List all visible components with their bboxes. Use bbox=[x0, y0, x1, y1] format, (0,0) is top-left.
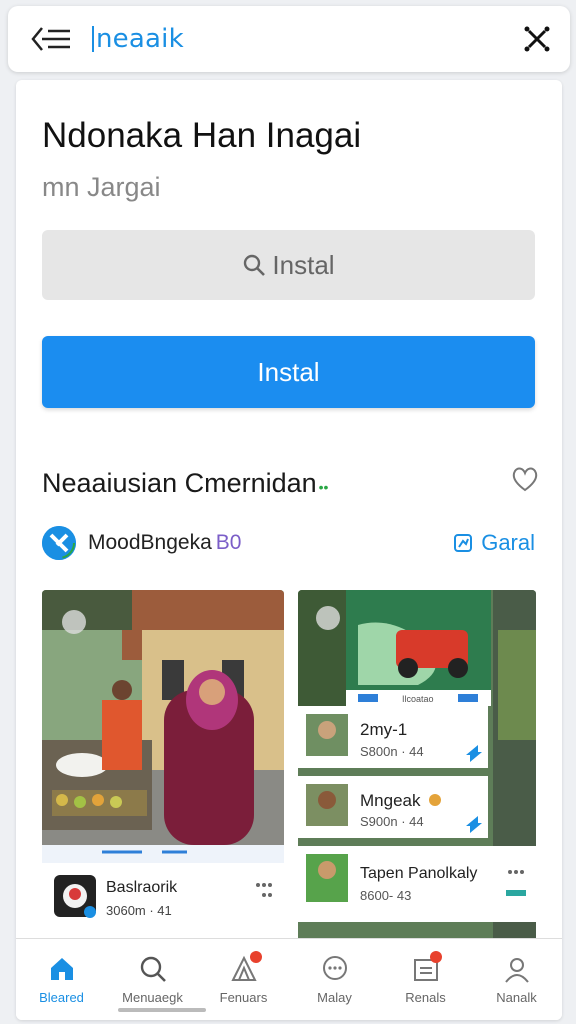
nav-profile-label: Nanalk bbox=[496, 990, 537, 1005]
bottom-nav: Bleared Menuaegk Fenuars Malay Renals Na… bbox=[16, 938, 562, 1020]
screenshot-right[interactable]: Ilcoatao 2my-1 S800n · 44 Mngeak S900n ·… bbox=[298, 590, 536, 950]
garal-label: Garal bbox=[481, 530, 535, 555]
right-item-2-meta: S900n · 44 bbox=[360, 814, 424, 829]
developer-badge: B0 bbox=[215, 531, 242, 554]
search-field[interactable]: Instal bbox=[42, 230, 535, 300]
install-button[interactable]: Instal bbox=[42, 336, 535, 408]
app-title: Ndonaka Han Inagai bbox=[42, 116, 362, 155]
share-icon bbox=[454, 534, 473, 552]
section-title-suffix: •• bbox=[318, 479, 329, 495]
home-icon bbox=[50, 958, 73, 980]
screenshot-left[interactable]: Baslraorik 3060m · 41 bbox=[42, 590, 284, 950]
developer-row: MoodBngeka B0 Garal bbox=[42, 526, 535, 564]
search-icon bbox=[244, 254, 266, 276]
app-detail-card: Ndonaka Han Inagai mn Jargai Instal Inst… bbox=[16, 80, 562, 1020]
home-indicator bbox=[118, 1008, 206, 1012]
right-item-3-name: Tapen Panolkaly bbox=[360, 865, 477, 882]
developer-name-text: MoodBngeka bbox=[88, 531, 212, 554]
section-title: Neaaiusian Cmernidan •• bbox=[42, 468, 328, 499]
inbox-badge bbox=[430, 951, 442, 963]
nav-home[interactable]: Bleared bbox=[16, 939, 107, 1020]
chat-icon bbox=[322, 956, 347, 980]
nav-inbox[interactable]: Renals bbox=[380, 939, 471, 1020]
right-item-1-name: 2my-1 bbox=[360, 720, 407, 739]
nav-apps[interactable]: Fenuars bbox=[198, 939, 289, 1020]
nav-profile[interactable]: Nanalk bbox=[471, 939, 562, 1020]
top-bar: neaaik bbox=[8, 6, 570, 72]
app-screenshot: Ilcoatao 2my-1 S800n · 44 Mngeak S900n ·… bbox=[298, 590, 536, 950]
app-subtitle: mn Jargai bbox=[42, 172, 161, 202]
nav-chat-label: Malay bbox=[317, 990, 352, 1005]
search-icon bbox=[140, 956, 166, 982]
right-item-3-meta: 8600- 43 bbox=[360, 888, 411, 903]
heart-icon[interactable] bbox=[510, 464, 540, 494]
nav-search-label: Menuaegk bbox=[122, 990, 183, 1005]
nav-home-label: Bleared bbox=[39, 990, 84, 1005]
garal-button[interactable]: Garal bbox=[453, 530, 535, 556]
left-card-meta: 3060m · 41 bbox=[106, 903, 172, 918]
left-card-name: Baslraorik bbox=[106, 879, 178, 896]
profile-icon bbox=[504, 958, 529, 983]
developer-logo bbox=[42, 526, 76, 560]
right-item-1-meta: S800n · 44 bbox=[360, 744, 424, 759]
search-placeholder: Instal bbox=[272, 249, 335, 280]
right-item-2-name: Mngeak bbox=[360, 791, 421, 810]
market-photo: Baslraorik 3060m · 41 bbox=[42, 590, 284, 950]
nav-inbox-label: Renals bbox=[405, 990, 446, 1005]
developer-logo-icon bbox=[42, 526, 76, 560]
developer-name[interactable]: MoodBngeka B0 bbox=[88, 531, 241, 555]
back-menu-icon[interactable] bbox=[30, 24, 74, 54]
close-icon[interactable] bbox=[522, 24, 552, 54]
section-title-text: Neaaiusian Cmernidan bbox=[42, 468, 317, 498]
nav-chat[interactable]: Malay bbox=[289, 939, 380, 1020]
brand-name: neaaik bbox=[92, 24, 184, 54]
nav-apps-label: Fenuars bbox=[219, 990, 268, 1005]
apps-badge bbox=[250, 951, 262, 963]
right-tab-label: Ilcoatao bbox=[402, 694, 434, 704]
